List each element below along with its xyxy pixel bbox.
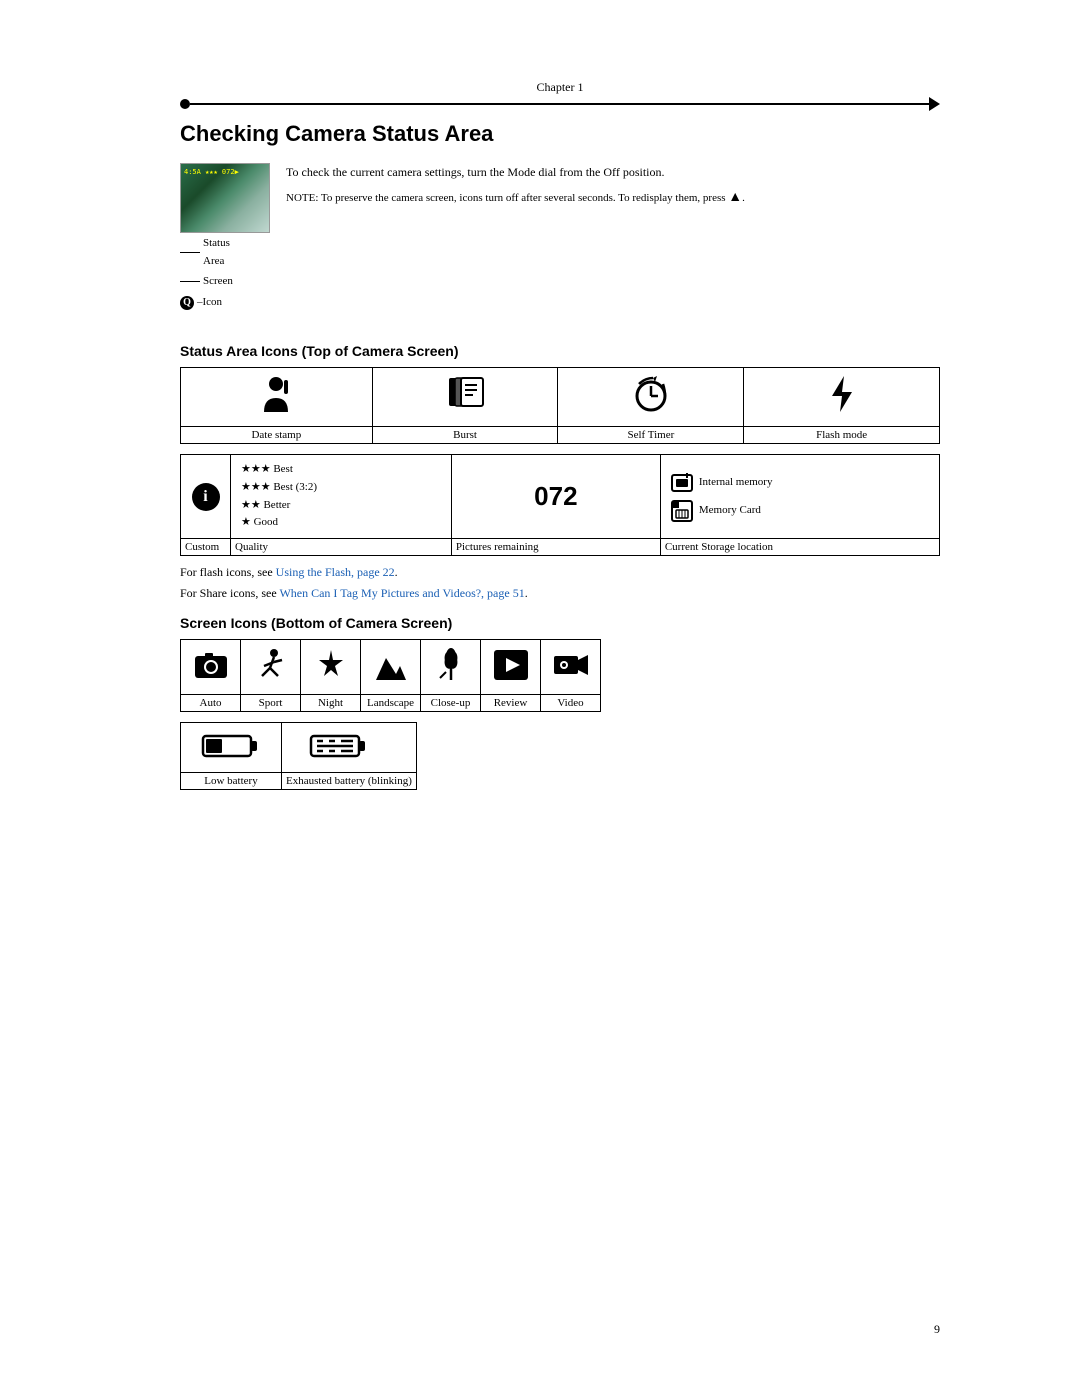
flash-mode-icon: [752, 374, 931, 420]
page-number: 9: [934, 1322, 940, 1337]
sport-icon-cell: [241, 640, 301, 695]
icons-row: [181, 368, 940, 427]
count-cell: 072: [451, 455, 660, 538]
rule-line: [190, 103, 929, 105]
closeup-icon-cell: [421, 640, 481, 695]
landscape-icon: [372, 646, 410, 684]
intro-area: 4:5A ★★★ 072▶ StatusArea Screen Q –Icon: [180, 163, 745, 311]
flash-note: For flash icons, see Using the Flash, pa…: [180, 564, 940, 581]
sport-icon: [252, 646, 290, 684]
status-icons-table: Date stamp Burst Self Timer Flash mode: [180, 367, 940, 444]
chapter-label: Chapter 1: [180, 80, 940, 95]
storage-cell: Internal memory Memory Card: [660, 455, 939, 538]
night-icon-cell: [301, 640, 361, 695]
video-label: Video: [541, 695, 601, 712]
burst-icon-cell: [372, 368, 558, 427]
self-timer-icon: [566, 374, 735, 420]
quality-label: Quality: [231, 538, 452, 555]
quality-row: i ★★★ Best ★★★ Best (3:2) ★★ Better ★ Go…: [181, 455, 940, 538]
night-label: Night: [301, 695, 361, 712]
memory-card-icon: [671, 500, 693, 522]
burst-icon: [381, 374, 550, 420]
night-icon: [312, 646, 350, 684]
storage-location-label: Current Storage location: [660, 538, 939, 555]
battery-icons-row: [181, 723, 417, 773]
rule-arrow: [929, 97, 940, 111]
flash-mode-label: Flash mode: [744, 427, 940, 444]
date-stamp-icon-cell: [181, 368, 373, 427]
section1-title: Status Area Icons (Top of Camera Screen): [180, 343, 940, 359]
auto-icon-cell: [181, 640, 241, 695]
memory-card-label: Memory Card: [699, 501, 761, 521]
quality-stars-cell: ★★★ Best ★★★ Best (3:2) ★★ Better ★ Good: [231, 455, 452, 538]
pictures-remaining-label: Pictures remaining: [451, 538, 660, 555]
share-link[interactable]: When Can I Tag My Pictures and Videos?, …: [279, 586, 524, 600]
quality-table: i ★★★ Best ★★★ Best (3:2) ★★ Better ★ Go…: [180, 454, 940, 555]
self-timer-label: Self Timer: [558, 427, 744, 444]
picture-count: 072: [460, 481, 652, 512]
quality-stars: ★★★ Best ★★★ Best (3:2) ★★ Better ★ Good: [241, 461, 441, 531]
custom-label: Custom: [181, 538, 231, 555]
internal-memory-label: Internal memory: [699, 473, 773, 493]
landscape-label: Landscape: [361, 695, 421, 712]
page: Chapter 1 Checking Camera Status Area 4:…: [0, 0, 1080, 1397]
date-stamp-label: Date stamp: [181, 427, 373, 444]
landscape-icon-cell: [361, 640, 421, 695]
review-icon: [492, 646, 530, 684]
share-note: For Share icons, see When Can I Tag My P…: [180, 585, 940, 602]
self-timer-icon-cell: [558, 368, 744, 427]
info-icon-cell: i: [181, 455, 231, 538]
camera-screen-labels: StatusArea Screen Q –Icon: [180, 235, 270, 311]
icons-labels-row: Date stamp Burst Self Timer Flash mode: [181, 427, 940, 444]
flash-link[interactable]: Using the Flash, page 22: [276, 565, 395, 579]
intro-description: To check the current camera settings, tu…: [286, 163, 745, 208]
video-icon-cell: [541, 640, 601, 695]
camera-preview: 4:5A ★★★ 072▶ StatusArea Screen Q –Icon: [180, 163, 270, 311]
low-battery-icon: [201, 731, 261, 761]
rule-dot: [180, 99, 190, 109]
review-icon-cell: [481, 640, 541, 695]
chapter-header: Chapter 1: [180, 80, 940, 111]
storage-icons: Internal memory Memory Card: [671, 472, 929, 522]
intro-section: 4:5A ★★★ 072▶ StatusArea Screen Q –Icon: [180, 163, 940, 325]
sport-label: Sport: [241, 695, 301, 712]
section2-title: Screen Icons (Bottom of Camera Screen): [180, 615, 940, 631]
page-title: Checking Camera Status Area: [180, 121, 940, 147]
battery-labels-row: Low battery Exhausted battery (blinking): [181, 773, 417, 790]
info-icon: i: [192, 483, 220, 511]
exhausted-battery-label: Exhausted battery (blinking): [282, 773, 417, 790]
burst-label: Burst: [372, 427, 558, 444]
screen-icons-row: [181, 640, 601, 695]
date-stamp-icon: [189, 374, 364, 420]
auto-icon: [192, 646, 230, 684]
video-icon: [552, 646, 590, 684]
low-battery-label: Low battery: [181, 773, 282, 790]
closeup-label: Close-up: [421, 695, 481, 712]
exhausted-battery-icon-cell: [282, 723, 417, 773]
battery-table: Low battery Exhausted battery (blinking): [180, 722, 417, 790]
exhausted-battery-icon: [309, 731, 389, 761]
screen-icons-labels-row: Auto Sport Night Landscape Close-up Revi…: [181, 695, 601, 712]
low-battery-icon-cell: [181, 723, 282, 773]
closeup-icon: [432, 646, 470, 684]
review-label: Review: [481, 695, 541, 712]
camera-screen: 4:5A ★★★ 072▶: [180, 163, 270, 233]
quality-labels-row: Custom Quality Pictures remaining Curren…: [181, 538, 940, 555]
auto-label: Auto: [181, 695, 241, 712]
internal-memory-icon: [671, 472, 693, 494]
screen-icons-table: Auto Sport Night Landscape Close-up Revi…: [180, 639, 601, 712]
flash-mode-icon-cell: [744, 368, 940, 427]
